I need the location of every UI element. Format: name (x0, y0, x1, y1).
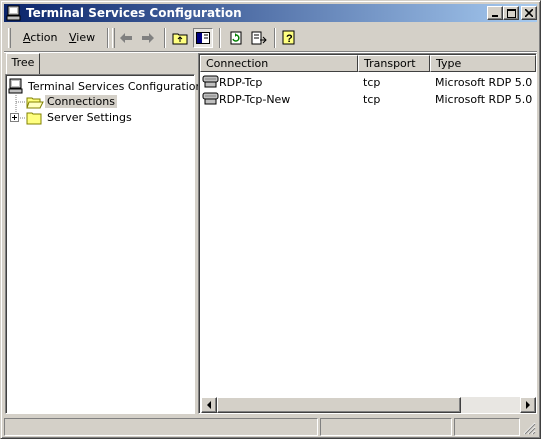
expand-plus-icon[interactable] (10, 113, 19, 122)
cell-connection: RDP-Tcp (219, 76, 263, 89)
scroll-left-button[interactable] (201, 397, 217, 413)
tree-root-label: Terminal Services Configuration (28, 80, 203, 93)
scroll-right-button[interactable] (520, 397, 536, 413)
show-hide-tree-button[interactable] (193, 28, 213, 48)
export-list-icon (251, 31, 267, 45)
column-header-type[interactable]: Type (430, 55, 536, 72)
status-panel-tertiary (454, 418, 520, 436)
menu-view[interactable]: View (69, 31, 95, 44)
folder-open-icon (26, 97, 44, 109)
help-button[interactable]: ? (280, 28, 300, 48)
tree-tabstrip: Tree (4, 53, 194, 75)
menubar-grip[interactable] (8, 28, 11, 48)
forward-arrow-icon (142, 33, 154, 43)
toolbar-separator (274, 28, 276, 48)
tree-pane[interactable]: Terminal Services Configuration Connecti… (5, 74, 202, 414)
column-header-transport[interactable]: Transport (358, 55, 430, 72)
status-panel-secondary (320, 418, 452, 436)
rdp-connection-icon (202, 92, 219, 105)
maximize-icon (506, 8, 516, 18)
scroll-thumb[interactable] (217, 397, 461, 413)
close-icon (525, 9, 533, 17)
app-window: Terminal Services Configuration Action V… (0, 0, 541, 439)
show-hide-tree-icon (196, 32, 210, 44)
back-button[interactable] (116, 28, 136, 48)
close-button[interactable] (521, 6, 537, 20)
table-row[interactable]: RDP-Tcp-New tcp Microsoft RDP 5.0 (200, 91, 535, 107)
help-icon: ? (282, 30, 295, 45)
refresh-icon (230, 31, 242, 45)
forward-button[interactable] (138, 28, 158, 48)
rdp-connection-icon (202, 75, 219, 88)
toolbar-separator (219, 28, 221, 48)
cell-connection: RDP-Tcp-New (219, 93, 291, 106)
tree-node-label: Connections (45, 95, 117, 108)
back-arrow-icon (120, 33, 132, 43)
cell-transport: tcp (363, 76, 381, 89)
horizontal-scrollbar[interactable] (201, 397, 536, 413)
resize-grip-icon[interactable] (523, 422, 536, 435)
toolbar-separator (107, 28, 109, 48)
refresh-button[interactable] (226, 28, 246, 48)
cell-type: Microsoft RDP 5.0 (435, 76, 533, 89)
status-panel-main (4, 418, 318, 436)
minimize-icon (492, 15, 498, 17)
menu-toolbar: Action View ? (4, 25, 537, 51)
up-one-level-button[interactable] (170, 28, 190, 48)
toolbar-grip[interactable] (112, 28, 115, 48)
toolbar-separator (164, 28, 166, 48)
arrow-right-icon (526, 401, 530, 409)
svg-text:?: ? (286, 33, 293, 45)
tab-tree[interactable]: Tree (6, 53, 40, 75)
title-bar[interactable]: Terminal Services Configuration (4, 4, 537, 22)
connections-list-pane[interactable]: Connection Transport Type RDP-Tcp tcp Mi… (198, 53, 537, 414)
menu-action[interactable]: Action (23, 31, 57, 44)
terminal-services-app-icon[interactable] (6, 5, 22, 21)
cell-type: Microsoft RDP 5.0 (435, 93, 533, 106)
folder-closed-icon (26, 112, 42, 125)
minimize-button[interactable] (487, 6, 503, 20)
up-one-level-icon (172, 33, 188, 45)
export-list-button[interactable] (249, 28, 269, 48)
column-header-connection[interactable]: Connection (200, 55, 358, 72)
cell-transport: tcp (363, 93, 381, 106)
tree-node-label: Server Settings (47, 111, 132, 124)
table-row[interactable]: RDP-Tcp tcp Microsoft RDP 5.0 (200, 74, 535, 90)
arrow-left-icon (207, 401, 211, 409)
maximize-button[interactable] (503, 6, 519, 20)
window-title: Terminal Services Configuration (26, 6, 242, 20)
status-bar (4, 417, 537, 436)
